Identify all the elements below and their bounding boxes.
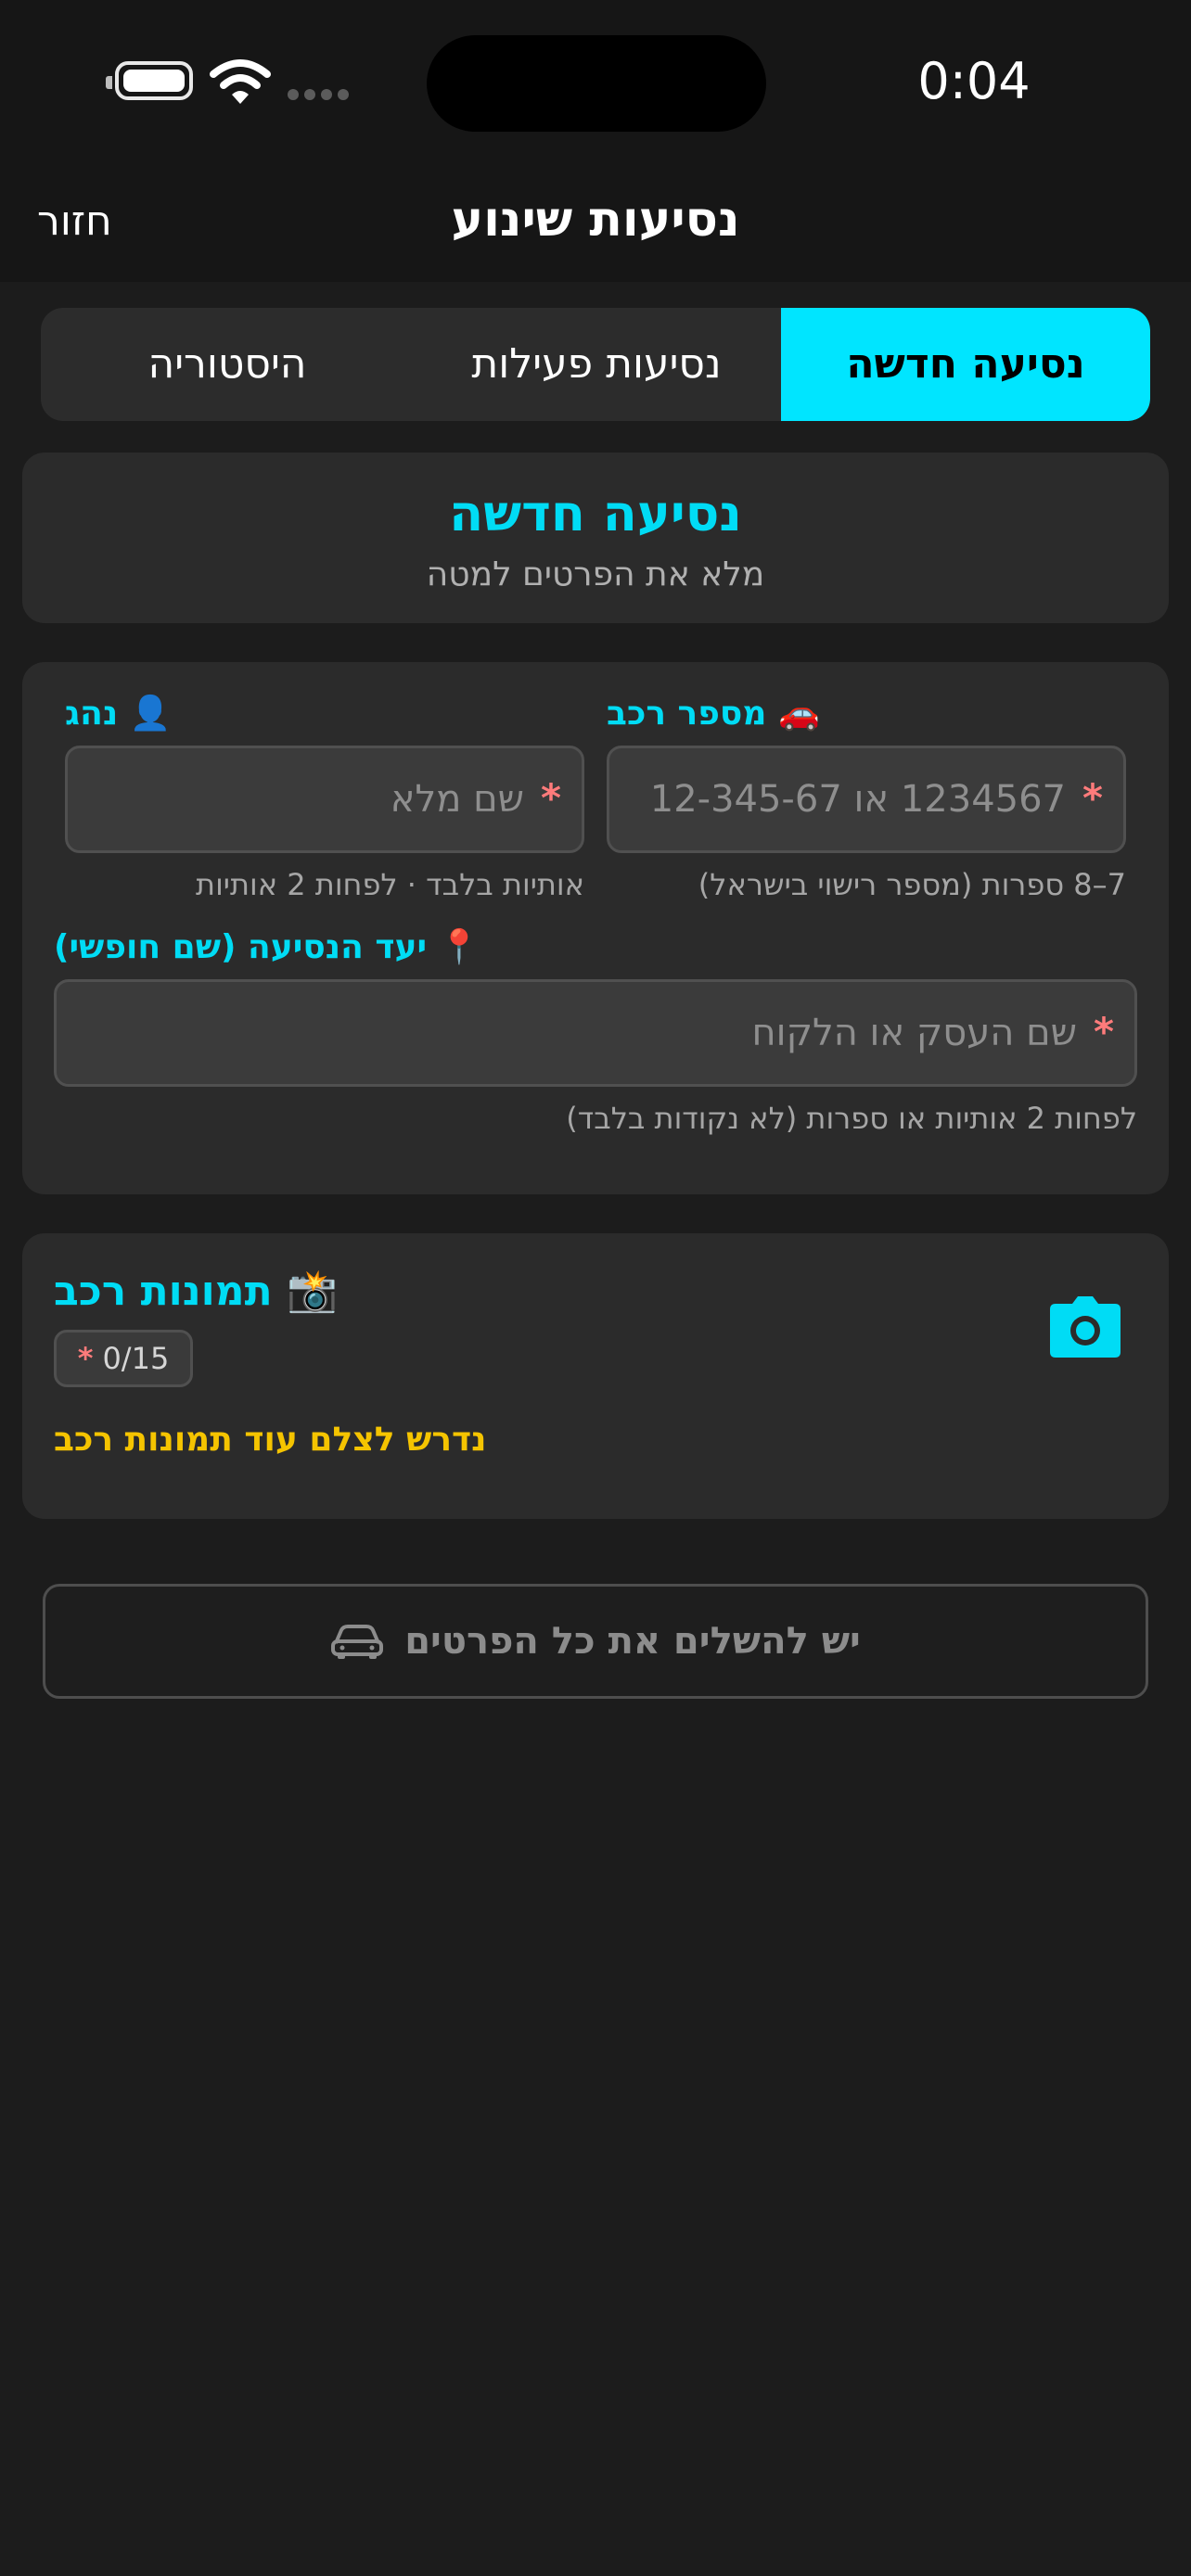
section-title: נסיעה חדשה — [449, 484, 742, 542]
tab-new-ride[interactable]: נסיעה חדשה — [781, 308, 1150, 421]
camera-icon[interactable] — [1048, 1294, 1122, 1359]
required-mark: * — [1094, 1009, 1114, 1054]
required-mark: * — [77, 1341, 94, 1376]
tab-history[interactable]: היסטוריה — [43, 308, 412, 421]
ride-details-form: 🚗 מספר רכב * 7–8 ספרות (מספר רישוי בישרא… — [22, 662, 1169, 1194]
vehicle-photos-card: 📸 תמונות רכב * 0/15 נדרש לצלם עוד תמונות… — [22, 1233, 1169, 1519]
segmented-tabs: נסיעה חדשה נסיעות פעילות היסטוריה — [41, 308, 1150, 421]
page-title: נסיעות שינוע — [451, 192, 740, 248]
destination-hint: לפחות 2 אותיות או ספרות (לא נקודות בלבד) — [566, 1101, 1137, 1136]
dynamic-island — [427, 35, 766, 132]
header-card: נסיעה חדשה מלא את הפרטים למטה — [22, 453, 1169, 623]
vehicle-photos-label: 📸 תמונות רכב — [54, 1268, 338, 1315]
back-button[interactable]: חזור — [37, 191, 112, 252]
vehicle-number-input[interactable] — [628, 769, 1066, 830]
vehicle-number-hint: 7–8 ספרות (מספר רישוי בישראל) — [698, 867, 1126, 902]
wifi-icon — [210, 59, 271, 104]
vehicle-number-label: 🚗 מספר רכב — [607, 695, 820, 733]
top-bar: 0:04 חזור נסיעות שינוע — [0, 0, 1191, 282]
photos-warning: נדרש לצלם עוד תמונות רכב — [54, 1421, 487, 1459]
battery-icon — [106, 61, 193, 100]
destination-input[interactable] — [75, 1002, 1077, 1064]
driver-input[interactable] — [86, 769, 524, 830]
submit-button[interactable]: יש להשלים את כל הפרטים — [43, 1584, 1148, 1699]
destination-label: 📍 יעד הנסיעה (שם חופשי) — [54, 928, 480, 966]
status-time: 0:04 — [917, 52, 1031, 110]
cellular-signal-icon — [288, 89, 349, 100]
section-subtitle: מלא את הפרטים למטה — [426, 555, 765, 593]
vehicle-number-field: * — [607, 746, 1126, 853]
driver-hint: אותיות בלבד · לפחות 2 אותיות — [196, 867, 584, 902]
photo-count-badge: * 0/15 — [54, 1330, 193, 1387]
photo-count: 0/15 — [102, 1341, 170, 1376]
destination-field: * — [54, 979, 1137, 1087]
required-mark: * — [541, 775, 561, 821]
required-mark: * — [1082, 775, 1103, 821]
tab-active-rides[interactable]: נסיעות פעילות — [412, 308, 781, 421]
car-icon — [331, 1625, 384, 1659]
driver-field: * — [65, 746, 584, 853]
submit-label: יש להשלים את כל הפרטים — [404, 1620, 861, 1663]
driver-label: 👤 נהג — [65, 695, 172, 733]
